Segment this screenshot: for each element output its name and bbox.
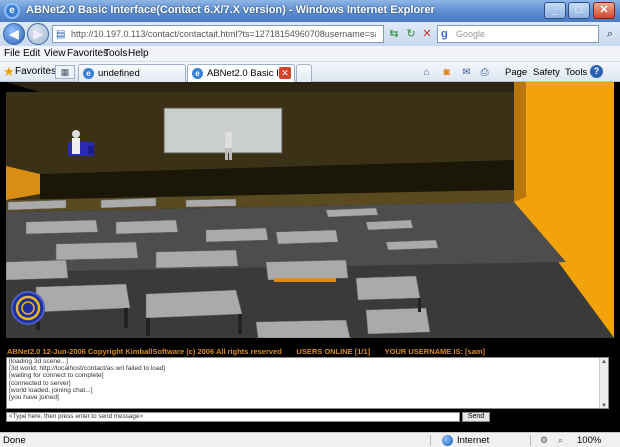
status-bar: Done Internet ⚙ ⌕ 100% <box>0 432 620 447</box>
log-line: [you have joined] <box>9 394 59 402</box>
compatibility-icon[interactable]: ⇆ <box>387 27 401 41</box>
zoom-icon[interactable]: ⌕ <box>558 435 563 446</box>
refresh-icon[interactable]: ↻ <box>404 27 418 41</box>
3d-classroom-view[interactable] <box>6 82 614 338</box>
new-tab-button[interactable] <box>296 64 312 82</box>
tab-undefined[interactable]: e undefined <box>78 64 186 82</box>
feeds-icon[interactable]: ◙ <box>440 66 453 79</box>
menu-help[interactable]: Help <box>128 48 149 59</box>
help-icon[interactable]: ? <box>590 65 603 78</box>
safety-menu[interactable]: Safety <box>533 67 560 78</box>
url-text: http://10.197.0.113/contact/contactait.h… <box>71 29 376 39</box>
chat-log[interactable]: [loading 3d scene...] [3d world: http://… <box>6 357 609 409</box>
mail-icon[interactable]: ✉ <box>460 66 473 79</box>
url-field[interactable]: ▤ http://10.197.0.113/contact/contactait… <box>52 25 384 43</box>
menu-view[interactable]: View <box>44 48 66 59</box>
google-icon: g <box>441 28 448 40</box>
log-line: [3d world: http://localhost/contact/as.w… <box>9 365 166 373</box>
status-text: Done <box>3 435 26 446</box>
page-menu[interactable]: Page <box>505 67 527 78</box>
print-icon[interactable]: ⎙ <box>478 66 491 79</box>
log-line: [world loaded, joining chat...] <box>9 386 93 394</box>
favorites-star-icon[interactable]: ★ <box>3 64 15 80</box>
favorites-button[interactable]: Favorites <box>15 66 56 77</box>
search-placeholder: Google <box>456 29 486 39</box>
close-button[interactable]: ✕ <box>593 2 615 19</box>
home-icon[interactable]: ⌂ <box>420 66 433 79</box>
users-online-text: USERS ONLINE [1/1] <box>296 347 371 356</box>
menu-edit[interactable]: Edit <box>23 48 40 59</box>
log-line: [waiting for connect to complete] <box>9 372 104 380</box>
tab-label: ABNet2.0 Basic Interface(... <box>207 68 281 79</box>
message-input[interactable]: <Type here, then press enter to send mes… <box>6 412 460 422</box>
whiteboard <box>163 107 283 154</box>
menu-bar: File Edit View Favorites Tools Help <box>0 46 620 62</box>
log-line: [loading 3d scene...] <box>9 358 69 365</box>
forward-button[interactable]: ▶ <box>27 23 49 45</box>
quick-tabs-icon[interactable]: ▦ <box>55 65 75 79</box>
scroll-down-icon[interactable]: ▼ <box>600 402 608 408</box>
protected-mode-icon[interactable]: ⚙ <box>540 435 548 446</box>
search-icon[interactable]: ⌕ <box>602 26 618 42</box>
log-line: [connected to server] <box>9 379 71 387</box>
search-field[interactable]: g Google <box>437 25 599 43</box>
address-bar: ◀ ▶ ▤ http://10.197.0.113/contact/contac… <box>0 22 620 46</box>
page-content: ABNet2.0 12-Jun-2006 Copyright KimballSo… <box>0 82 620 432</box>
maximize-button[interactable]: □ <box>568 2 590 19</box>
ie-tab-icon: e <box>192 68 203 79</box>
ie-logo-icon: e <box>4 3 20 19</box>
tab-abnet[interactable]: e ABNet2.0 Basic Interface(... ✕ <box>187 64 295 82</box>
window-title: ABNet2.0 Basic Interface(Contact 6.X/7.X… <box>26 4 435 16</box>
ie-tab-icon: e <box>83 68 94 79</box>
menu-file[interactable]: File <box>4 48 20 59</box>
navigation-compass-icon[interactable] <box>11 291 45 325</box>
menu-favorites[interactable]: Favorites <box>67 48 108 59</box>
zoom-level[interactable]: 100% <box>577 435 601 446</box>
tab-label: undefined <box>98 68 140 79</box>
menu-tools[interactable]: Tools <box>104 48 127 59</box>
chat-scrollbar[interactable]: ▲ ▼ <box>599 358 608 408</box>
close-tab-icon[interactable]: ✕ <box>279 67 291 79</box>
tools-menu[interactable]: Tools <box>565 67 587 78</box>
scroll-up-icon[interactable]: ▲ <box>600 358 608 366</box>
minimize-button[interactable]: _ <box>544 2 566 19</box>
security-zone[interactable]: Internet <box>457 435 489 446</box>
tab-bar: ★ Favorites ▦ e undefined e ABNet2.0 Bas… <box>0 62 620 82</box>
copyright-text: ABNet2.0 12-Jun-2006 Copyright KimballSo… <box>7 347 282 356</box>
globe-icon <box>442 435 453 446</box>
send-button[interactable]: Send <box>462 412 490 422</box>
app-status-line: ABNet2.0 12-Jun-2006 Copyright KimballSo… <box>7 347 485 356</box>
back-button[interactable]: ◀ <box>3 23 25 45</box>
title-bar: e ABNet2.0 Basic Interface(Contact 6.X/7… <box>0 0 620 22</box>
username-text: YOUR USERNAME IS: [sam] <box>384 347 486 356</box>
page-icon: ▤ <box>56 29 66 40</box>
stop-icon[interactable]: ✕ <box>420 27 434 41</box>
